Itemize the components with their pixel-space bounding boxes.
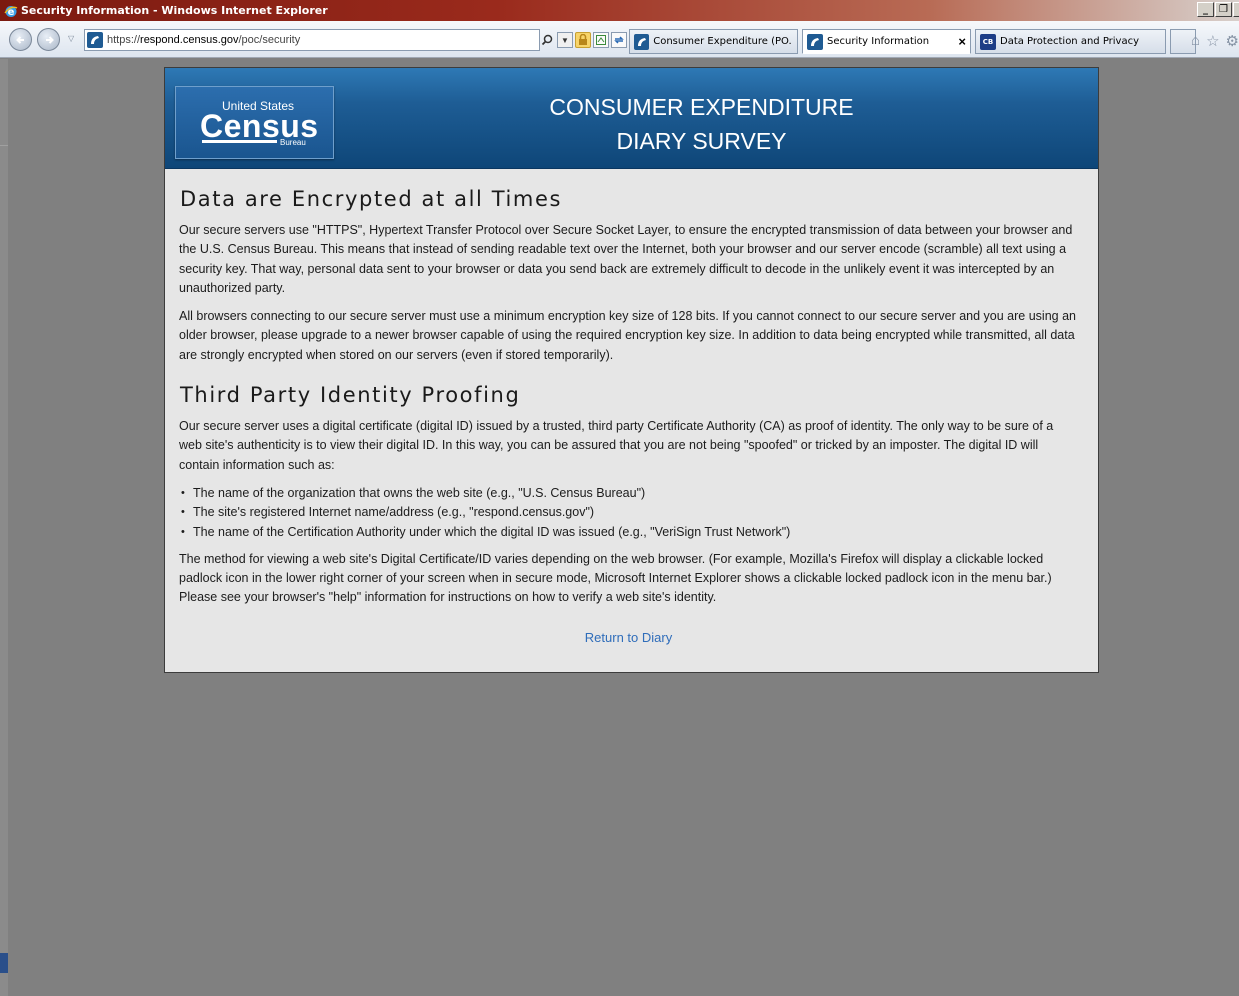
close-tab-icon[interactable]: × [958,34,966,49]
padlock-icon[interactable] [575,32,591,48]
cb-favicon: CB [980,33,996,50]
history-dropdown-icon[interactable]: ▽ [68,34,74,43]
encryption-heading: Data are Encrypted at all Times [180,187,563,211]
search-icon[interactable] [539,32,555,48]
browser-toolbar-icons: ⌂ ☆ ⚙ [1191,32,1239,50]
window-title-bar[interactable]: e Security Information - Windows Interne… [0,0,1239,21]
census-favicon [807,33,823,50]
left-panel-edge [0,59,8,996]
back-arrow-icon [15,35,24,44]
census-bureau-logo: United States Census Bureau [175,86,334,159]
logo-text-bottom: Bureau [280,138,306,147]
internet-explorer-icon: e [4,4,18,18]
tab-label: Data Protection and Privacy [1000,36,1140,47]
identity-paragraph: Our secure server uses a digital certifi… [179,419,1054,472]
left-panel-accent [0,953,8,973]
close-window-button[interactable] [1233,2,1239,17]
address-bar[interactable]: https://respond.census.gov/poc/security … [84,29,627,51]
encryption-paragraph-2: All browsers connecting to our secure se… [179,309,1076,362]
census-favicon [634,33,650,50]
tab-consumer-expenditure[interactable]: Consumer Expenditure (PO... [629,29,798,54]
return-to-diary-link[interactable]: Return to Diary [179,630,1078,645]
forward-arrow-icon [45,35,54,44]
security-info-card: United States Census Bureau CONSUMER EXP… [164,67,1099,673]
url-scheme: https:// [107,34,141,46]
list-item: The site's registered Internet name/addr… [179,503,1078,523]
card-body: Data are Encrypted at all Times Our secu… [165,169,1098,645]
list-item: The name of the Certification Authority … [179,523,1078,543]
dropdown-arrow-icon[interactable]: ▼ [557,32,573,48]
restore-button[interactable]: ❐ [1215,2,1232,17]
window-controls: _ ❐ [1197,2,1239,17]
compatibility-view-icon[interactable] [593,32,609,48]
identity-proofing-heading: Third Party Identity Proofing [180,383,521,408]
gear-icon[interactable]: ⚙ [1226,32,1239,50]
window-title: Security Information - Windows Internet … [21,4,328,17]
address-bar-icons: ▼ [539,32,627,48]
favorites-star-icon[interactable]: ☆ [1206,32,1219,50]
minimize-button[interactable]: _ [1197,2,1214,17]
tab-data-protection[interactable]: CB Data Protection and Privacy [975,29,1166,54]
left-panel-divider [0,145,8,146]
digital-id-info-list: The name of the organization that owns t… [179,484,1078,542]
survey-title: CONSUMER EXPENDITURE DIARY SURVEY [365,90,1038,158]
survey-header: United States Census Bureau CONSUMER EXP… [165,68,1098,169]
list-item: The name of the organization that owns t… [179,484,1078,504]
tab-label: Security Information [827,36,930,47]
back-button[interactable] [9,28,32,51]
url-host: respond.census.gov [140,34,239,46]
refresh-icon[interactable] [611,32,627,48]
survey-title-line2: DIARY SURVEY [616,128,787,154]
certificate-viewing-paragraph: The method for viewing a web site's Digi… [179,551,1052,605]
url-path: /poc/security [238,34,301,46]
home-icon[interactable]: ⌂ [1191,32,1200,50]
tab-security-information[interactable]: Security Information × [802,29,971,54]
browser-navigation-bar: ▽ https://respond.census.gov/poc/securit… [0,21,1239,58]
tab-label: Consumer Expenditure (PO... [653,36,791,47]
survey-title-line1: CONSUMER EXPENDITURE [549,94,854,120]
url-text[interactable]: https://respond.census.gov/poc/security [107,34,300,46]
tab-strip: Consumer Expenditure (PO... Security Inf… [629,29,1196,54]
census-favicon [87,32,103,48]
encryption-paragraph-1: Our secure servers use "HTTPS", Hypertex… [179,223,1073,295]
forward-button[interactable] [37,28,60,51]
